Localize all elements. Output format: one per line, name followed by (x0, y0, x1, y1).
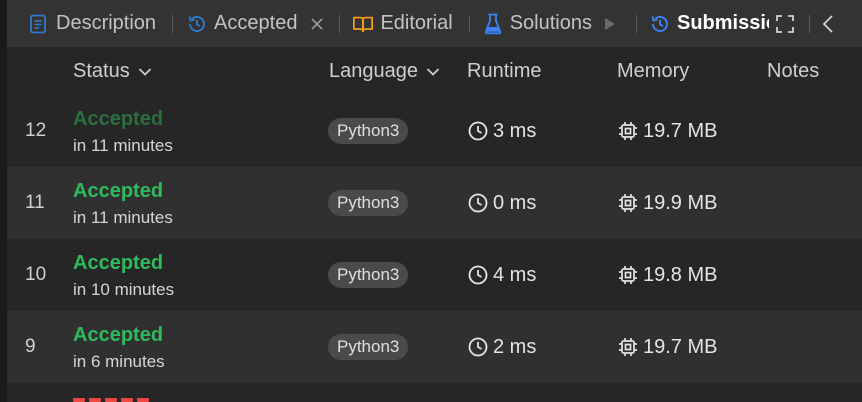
status-cell: Accepted in 11 minutes (73, 107, 173, 158)
runtime-value: 3 ms (493, 119, 537, 142)
submission-time: in 10 minutes (73, 280, 175, 299)
tab-divider (339, 14, 341, 33)
notes-header-label: Notes (767, 60, 820, 82)
status-accepted-link[interactable]: Accepted (73, 323, 165, 347)
book-icon (352, 13, 374, 35)
close-icon[interactable] (307, 14, 327, 34)
status-accepted-link[interactable]: Accepted (73, 107, 173, 131)
language-column-header[interactable]: Language (329, 47, 440, 96)
submission-number: 9 (25, 336, 36, 357)
language-badge: Python3 (328, 118, 409, 144)
language-header-label: Language (329, 60, 418, 82)
runtime-value: 0 ms (493, 191, 537, 214)
submission-time: in 11 minutes (73, 208, 173, 227)
clock-icon (467, 192, 489, 214)
tab-divider (172, 14, 174, 33)
submissions-panel: Description Accepted Editorial Solutions (0, 0, 862, 402)
status-header-label: Status (73, 60, 130, 82)
table-row[interactable]: 10 Accepted in 10 minutes Python3 4 ms 1… (7, 239, 862, 311)
memory-value: 19.7 MB (643, 119, 718, 142)
tab-divider (635, 14, 637, 33)
runtime-cell: 3 ms (467, 95, 536, 167)
tab-divider (468, 14, 470, 33)
memory-cell: 19.7 MB (617, 311, 717, 383)
tab-description-label: Description (56, 12, 157, 34)
status-cell: Accepted in 6 minutes (73, 323, 165, 374)
chevron-down-icon (426, 67, 440, 77)
runtime-cell: 0 ms (467, 167, 536, 239)
chevron-left-icon[interactable] (818, 12, 838, 36)
tab-divider (808, 14, 810, 33)
table-row[interactable]: 11 Accepted in 11 minutes Python3 0 ms 1… (7, 167, 862, 239)
flask-icon (482, 13, 504, 35)
status-accepted-link[interactable]: Accepted (73, 251, 174, 275)
tab-description[interactable]: Description (27, 0, 156, 47)
tab-editorial[interactable]: Editorial (352, 0, 453, 47)
tab-accepted-label: Accepted (214, 12, 298, 34)
submission-number: 10 (25, 264, 47, 285)
runtime-column-header: Runtime (467, 47, 541, 96)
memory-value: 19.9 MB (643, 191, 718, 214)
document-icon (27, 13, 49, 35)
chip-icon (617, 192, 639, 214)
expand-icon[interactable] (773, 12, 797, 36)
memory-column-header: Memory (617, 47, 689, 96)
chip-icon (617, 336, 639, 358)
runtime-cell: 4 ms (467, 239, 536, 311)
language-badge: Python3 (328, 334, 409, 360)
tab-submissions[interactable]: Submissions (649, 0, 769, 47)
play-icon[interactable] (604, 17, 616, 31)
tab-accepted[interactable]: Accepted (186, 0, 297, 47)
notes-column-header: Notes (767, 47, 819, 96)
submission-number: 12 (25, 120, 47, 141)
tab-solutions[interactable]: Solutions (482, 0, 592, 47)
table-header: Status Language Runtime Memory Notes (7, 47, 862, 96)
clock-icon (467, 120, 489, 142)
memory-value: 19.8 MB (643, 263, 718, 286)
submission-time: in 6 minutes (73, 352, 165, 371)
chevron-down-icon (138, 67, 152, 77)
runtime-value: 2 ms (493, 335, 537, 358)
status-column-header[interactable]: Status (73, 47, 152, 96)
tab-submissions-label: Submissions (676, 12, 769, 34)
submission-number: 11 (25, 192, 45, 213)
clock-icon (467, 264, 489, 286)
table-row[interactable]: 9 Accepted in 6 minutes Python3 2 ms 19.… (7, 311, 862, 383)
table-row[interactable]: 12 Accepted in 11 minutes Python3 3 ms 1… (7, 95, 862, 167)
status-accepted-link[interactable]: Accepted (73, 179, 173, 203)
memory-header-label: Memory (617, 60, 690, 82)
submissions-table: Status Language Runtime Memory Notes 12 … (7, 47, 862, 402)
clock-icon (467, 336, 489, 358)
table-row-partial[interactable] (7, 383, 862, 402)
chip-icon (617, 264, 639, 286)
status-cell: Accepted in 10 minutes (73, 251, 174, 302)
tab-editorial-label: Editorial (380, 12, 453, 34)
runtime-cell: 2 ms (467, 311, 536, 383)
chip-icon (617, 120, 639, 142)
submission-time: in 11 minutes (73, 136, 173, 155)
history-icon (649, 13, 671, 35)
history-icon (186, 13, 208, 35)
memory-cell: 19.7 MB (617, 95, 717, 167)
status-cell: Accepted in 11 minutes (73, 179, 173, 230)
memory-value: 19.7 MB (643, 335, 718, 358)
runtime-header-label: Runtime (467, 60, 542, 82)
status-wrong-answer-fragment (73, 398, 161, 402)
memory-cell: 19.8 MB (617, 239, 717, 311)
language-badge: Python3 (328, 262, 409, 288)
tab-bar: Description Accepted Editorial Solutions (7, 0, 862, 47)
runtime-value: 4 ms (493, 263, 537, 286)
tab-solutions-label: Solutions (509, 12, 592, 34)
language-badge: Python3 (328, 190, 409, 216)
memory-cell: 19.9 MB (617, 167, 717, 239)
